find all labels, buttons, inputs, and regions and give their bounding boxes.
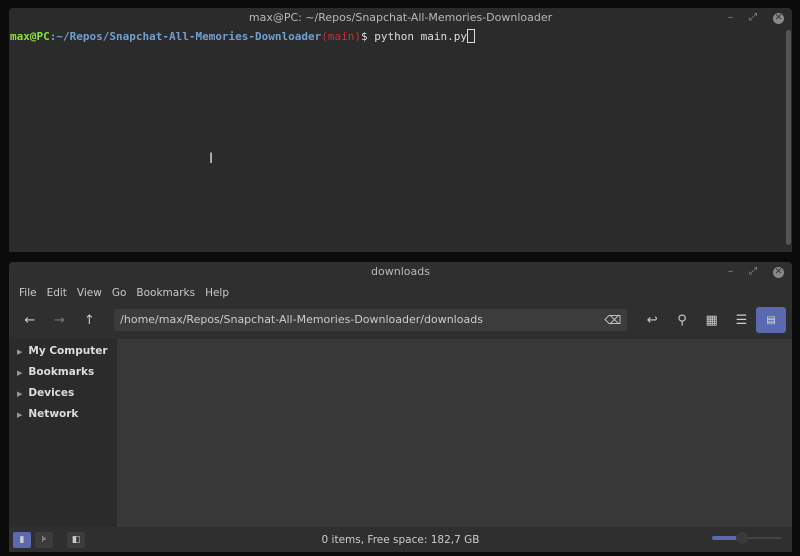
sidebar-item-my-computer[interactable]: ▶ My Computer bbox=[9, 341, 117, 362]
menu-edit[interactable]: Edit bbox=[42, 287, 72, 299]
search-icon: ⚲ bbox=[677, 312, 687, 328]
minimize-icon[interactable]: – bbox=[728, 8, 733, 28]
fm-titlebar: downloads – ⤢ ✕ bbox=[9, 262, 792, 282]
grid-icon: ▦ bbox=[705, 312, 718, 328]
prompt-user: max@PC bbox=[10, 30, 50, 43]
return-arrow-icon: ↩ bbox=[646, 312, 658, 328]
sidebar-label: Network bbox=[28, 408, 79, 420]
menu-go[interactable]: Go bbox=[107, 287, 132, 299]
location-bar[interactable]: /home/max/Repos/Snapchat-All-Memories-Do… bbox=[114, 309, 628, 331]
expander-icon: ▶ bbox=[17, 411, 23, 419]
back-button[interactable]: ← bbox=[15, 307, 45, 333]
toolbar: ← → ↑ /home/max/Repos/Snapchat-All-Memor… bbox=[9, 304, 792, 336]
prompt-path: :~/Repos/Snapchat-All-Memories-Downloade… bbox=[49, 30, 322, 43]
terminal-window: max@PC: ~/Repos/Snapchat-All-Memories-Do… bbox=[9, 8, 792, 252]
expander-icon: ▶ bbox=[17, 390, 23, 398]
expander-icon: ▶ bbox=[17, 369, 23, 377]
location-text: /home/max/Repos/Snapchat-All-Memories-Do… bbox=[120, 313, 483, 326]
menu-file[interactable]: File bbox=[14, 287, 42, 299]
terminal-scrollbar[interactable] bbox=[786, 30, 791, 245]
sidebar-label: Bookmarks bbox=[28, 366, 95, 378]
fm-title: downloads bbox=[371, 265, 430, 278]
minimize-icon[interactable]: – bbox=[728, 262, 733, 282]
prompt-branch: (main) bbox=[321, 30, 362, 43]
compact-view-button[interactable]: ▤ bbox=[756, 307, 786, 333]
sidebar-label: Devices bbox=[28, 387, 75, 399]
arrow-left-icon: ← bbox=[24, 312, 36, 328]
sidebar-item-bookmarks[interactable]: ▶ Bookmarks bbox=[9, 362, 117, 383]
icon-view-button[interactable]: ▦ bbox=[697, 307, 727, 333]
arrow-right-icon: → bbox=[54, 312, 66, 328]
menu-bookmarks[interactable]: Bookmarks bbox=[131, 287, 200, 299]
close-icon[interactable]: ✕ bbox=[773, 12, 784, 24]
close-icon[interactable]: ✕ bbox=[773, 266, 784, 278]
sidebar-item-network[interactable]: ▶ Network bbox=[9, 404, 117, 425]
search-button[interactable]: ⚲ bbox=[667, 307, 697, 333]
up-button[interactable]: ↑ bbox=[74, 307, 104, 333]
forward-button[interactable]: → bbox=[45, 307, 75, 333]
file-manager-window: downloads – ⤢ ✕ File Edit View Go Bookmark… bbox=[9, 262, 792, 552]
zoom-slider-knob[interactable] bbox=[736, 532, 748, 544]
status-bar: ▮ ⊧ ◧ 0 items, Free space: 182,7 GB bbox=[9, 527, 792, 552]
maximize-icon[interactable]: ⤢ bbox=[749, 262, 757, 282]
list-icon: ☰ bbox=[735, 312, 748, 328]
zoom-slider[interactable] bbox=[712, 532, 782, 544]
menu-bar: File Edit View Go Bookmarks Help bbox=[9, 282, 792, 304]
expander-icon: ▶ bbox=[17, 348, 23, 356]
clear-location-icon[interactable]: ⌫ bbox=[604, 309, 621, 331]
maximize-icon[interactable]: ⤢ bbox=[749, 8, 757, 28]
list-view-button[interactable]: ☰ bbox=[727, 307, 757, 333]
status-text: 0 items, Free space: 182,7 GB bbox=[321, 533, 480, 546]
command-text: python main.py bbox=[374, 30, 467, 43]
file-view[interactable] bbox=[117, 339, 792, 527]
sidebar-item-devices[interactable]: ▶ Devices bbox=[9, 383, 117, 404]
menu-help[interactable]: Help bbox=[200, 287, 234, 299]
ibeam-cursor-icon: I bbox=[209, 151, 214, 167]
sidebar-label: My Computer bbox=[28, 345, 108, 357]
terminal-titlebar: max@PC: ~/Repos/Snapchat-All-Memories-Do… bbox=[9, 8, 792, 28]
terminal-output[interactable]: max@PC:~/Repos/Snapchat-All-Memories-Dow… bbox=[9, 28, 792, 44]
sidebar: ▶ My Computer ▶ Bookmarks ▶ Devices ▶ Networ… bbox=[9, 339, 117, 527]
menu-view[interactable]: View bbox=[72, 287, 107, 299]
text-cursor bbox=[467, 29, 475, 43]
terminal-title: max@PC: ~/Repos/Snapchat-All-Memories-Do… bbox=[248, 11, 553, 24]
compact-grid-icon: ▤ bbox=[766, 314, 776, 326]
arrow-up-icon: ↑ bbox=[83, 312, 95, 328]
prompt-symbol: $ bbox=[361, 30, 375, 43]
toggle-location-button[interactable]: ↩ bbox=[637, 307, 667, 333]
